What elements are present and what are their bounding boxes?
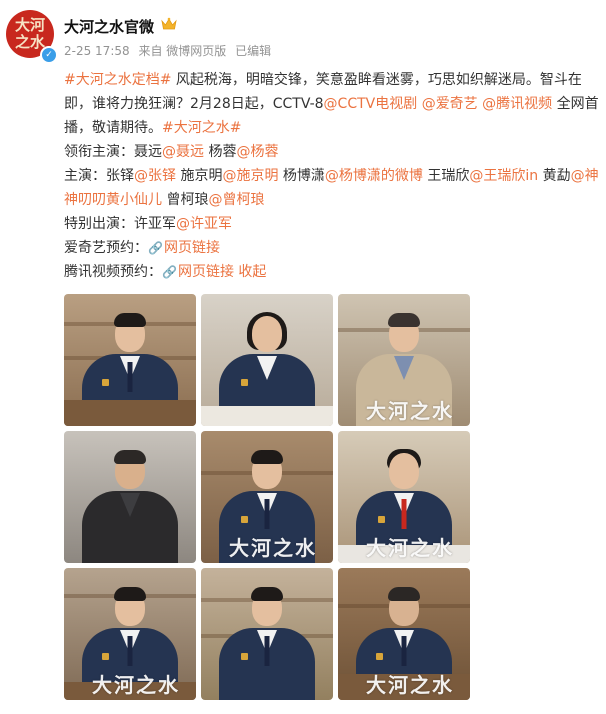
mention-xu-yajun[interactable]: @许亚军: [176, 216, 232, 232]
mention-yang-rong[interactable]: @杨蓉: [236, 144, 278, 160]
content-line-intro: #大河之水定档# 风起税海，明暗交锋，笑意盈眸看迷雾，巧思如织解迷局。智斗在即，…: [64, 68, 600, 140]
link-icon: 🔗: [148, 241, 163, 255]
cast-photo-2[interactable]: [201, 294, 333, 426]
mention-zeng-kelang[interactable]: @曾柯琅: [208, 192, 264, 208]
username[interactable]: 大河之水官微: [64, 16, 154, 37]
crown-icon: [161, 17, 177, 30]
link-icon: 🔗: [162, 265, 177, 279]
photo-watermark: 大河之水: [366, 399, 454, 423]
mention-wang-ruixin[interactable]: @王瑞欣in: [469, 168, 538, 184]
hashtag-link[interactable]: #大河之水定档#: [64, 72, 171, 88]
cast-photo-9[interactable]: 大河之水: [338, 568, 470, 700]
post-content: #大河之水定档# 风起税海，明暗交锋，笑意盈眸看迷雾，巧思如织解迷局。智斗在即，…: [64, 68, 600, 284]
collapse-button[interactable]: 收起: [238, 264, 266, 280]
mention-zhang-duo[interactable]: @张铎: [134, 168, 176, 184]
photo-grid: 大河之水 大河之水 大河之水 大河之水 大河之水: [64, 294, 470, 700]
cast-photo-3[interactable]: 大河之水: [338, 294, 470, 426]
content-line-iqiyi: 爱奇艺预约：🔗网页链接: [64, 240, 220, 256]
photo-watermark: 大河之水: [366, 673, 454, 697]
mention-yang-boxiao[interactable]: @杨博潇的微博: [325, 168, 423, 184]
cast-photo-6[interactable]: 大河之水: [338, 431, 470, 563]
verified-icon: ✓: [40, 46, 58, 64]
photo-watermark: 大河之水: [92, 673, 180, 697]
content-line-lead: 领衔主演：聂远@聂远 杨蓉@杨蓉: [64, 144, 279, 160]
cast-photo-8[interactable]: [201, 568, 333, 700]
edited-label[interactable]: 已编辑: [235, 44, 271, 58]
mention-cctv[interactable]: @CCTV电视剧: [324, 96, 418, 112]
cast-photo-7[interactable]: 大河之水: [64, 568, 196, 700]
photo-watermark: 大河之水: [366, 536, 454, 560]
content-line-tencent: 腾讯视频预约：🔗网页链接 收起: [64, 264, 267, 280]
weibo-post: 大河之水 ✓ 大河之水官微 2-25 17:58 来自 微博网页版 已编辑 #大…: [0, 0, 606, 714]
tencent-web-link[interactable]: 🔗网页链接: [162, 264, 234, 280]
cast-photo-1[interactable]: [64, 294, 196, 426]
mention-shi-jingming[interactable]: @施京明: [222, 168, 278, 184]
hashtag-link-2[interactable]: #大河之水#: [162, 120, 241, 136]
content-line-main-cast: 主演：张铎@张铎 施京明@施京明 杨博潇@杨博潇的微博 王瑞欣@王瑞欣in 黄勐…: [64, 168, 599, 208]
mention-iqiyi[interactable]: @爱奇艺: [422, 96, 478, 112]
post-meta: 2-25 17:58 来自 微博网页版 已编辑: [64, 42, 276, 59]
post-date[interactable]: 2-25 17:58: [64, 44, 130, 58]
cast-photo-4[interactable]: [64, 431, 196, 563]
iqiyi-web-link[interactable]: 🔗网页链接: [148, 240, 220, 256]
content-line-special: 特别出演：许亚军@许亚军: [64, 216, 232, 232]
mention-tencent[interactable]: @腾讯视频: [482, 96, 552, 112]
avatar-logo-text: 大河之水: [14, 16, 45, 51]
mention-nie-yuan[interactable]: @聂远: [162, 144, 204, 160]
post-source: 来自 微博网页版: [138, 44, 227, 58]
cast-photo-5[interactable]: 大河之水: [201, 431, 333, 563]
photo-watermark: 大河之水: [229, 536, 317, 560]
